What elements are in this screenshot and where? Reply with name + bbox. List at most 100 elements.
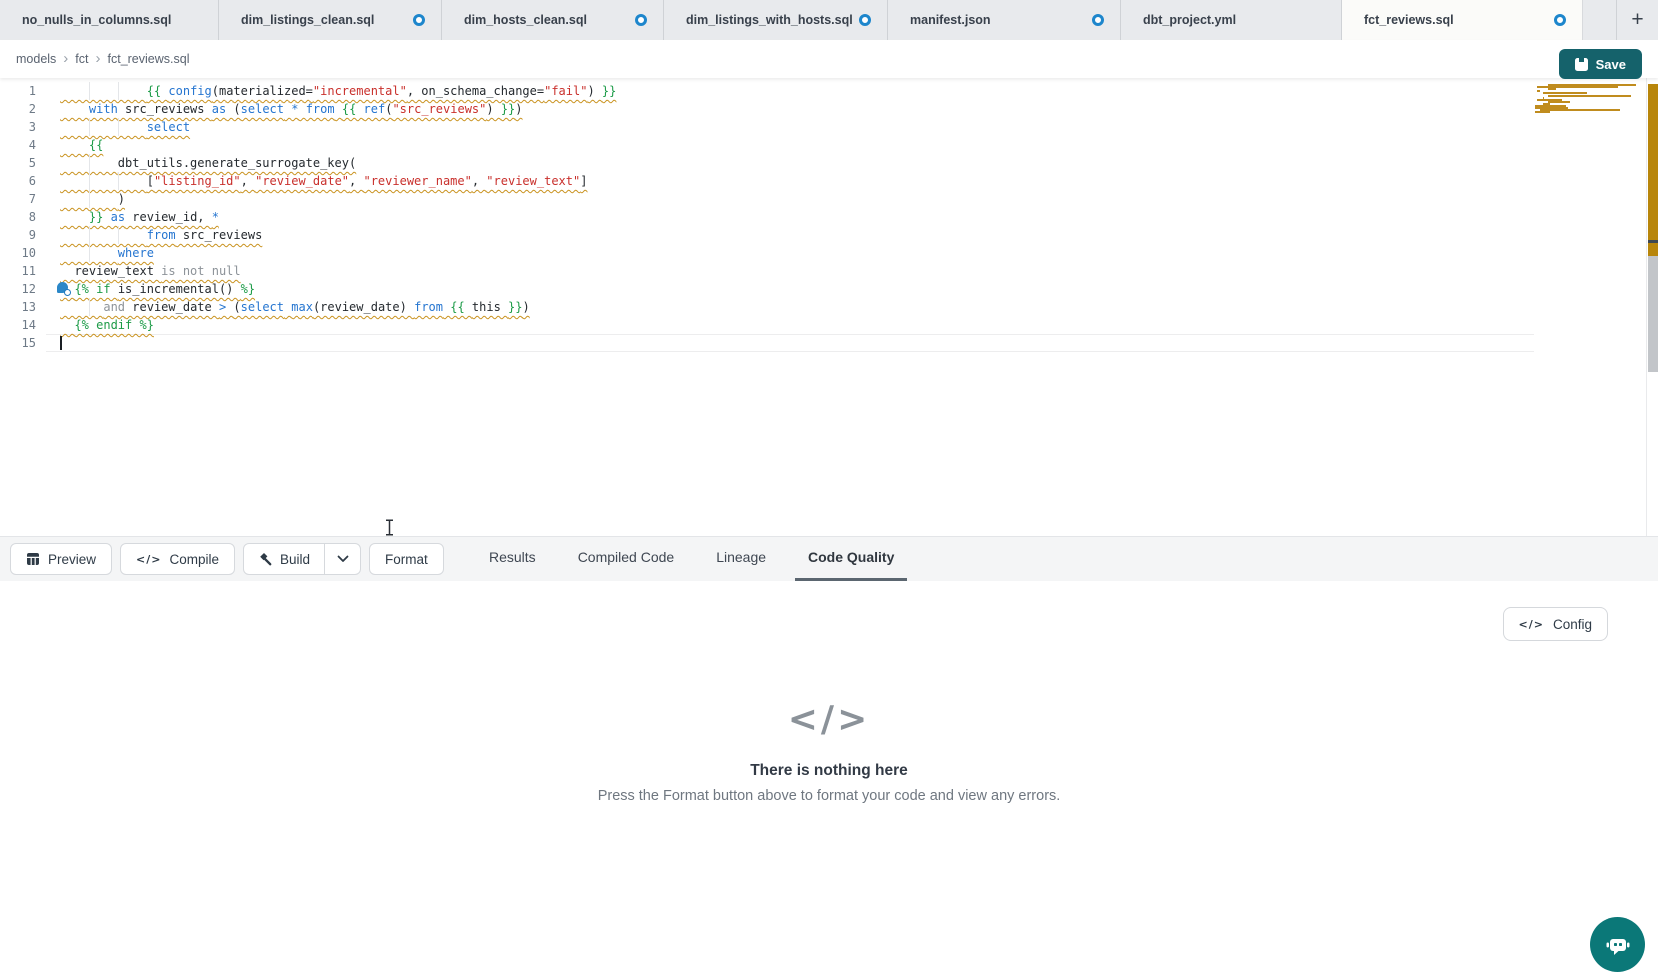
code-line-text: {{ (60, 136, 103, 154)
copilot-suggestion-icon[interactable] (57, 282, 75, 297)
code-line-12[interactable]: 12 {% if is_incremental() %} (0, 280, 1658, 298)
breadcrumb-bar: models › fct › fct_reviews.sql Save (0, 40, 1658, 78)
config-button[interactable]: </> Config (1503, 607, 1608, 641)
code-editor[interactable]: 1 {{ config(materialized="incremental", … (0, 78, 1658, 536)
modified-dot-icon (635, 14, 647, 26)
code-line-13[interactable]: 13 and review_date > (select max(review_… (0, 298, 1658, 316)
file-tab-label: manifest.json (910, 13, 991, 27)
tab-bar-filler (1583, 0, 1616, 40)
breadcrumb-segment-file: fct_reviews.sql (108, 52, 190, 66)
file-tab-label: dim_listings_clean.sql (241, 13, 374, 27)
code-brackets-icon: </> (1519, 618, 1544, 631)
scrollbar-thumb[interactable] (1648, 256, 1658, 372)
file-tab-dbt_project.yml[interactable]: dbt_project.yml (1121, 0, 1342, 40)
file-tab-label: fct_reviews.sql (1364, 13, 1454, 27)
assistant-chat-button[interactable] (1590, 917, 1645, 972)
line-number: 14 (0, 316, 36, 334)
build-button[interactable]: Build (244, 544, 324, 574)
preview-button-label: Preview (48, 552, 96, 567)
code-line-text: select (60, 118, 190, 136)
tab-compiled-code[interactable]: Compiled Code (565, 536, 688, 581)
line-number: 15 (0, 334, 36, 352)
code-line-11[interactable]: 11 review_text is not null (0, 262, 1658, 280)
compile-button[interactable]: </> Compile (120, 543, 235, 575)
modified-dot-icon (1092, 14, 1104, 26)
minimap-line (1548, 88, 1556, 90)
code-line-4[interactable]: 4 {{ (0, 136, 1658, 154)
code-line-14[interactable]: 14 {% endif %} (0, 316, 1658, 334)
file-tab-label: dim_hosts_clean.sql (464, 13, 587, 27)
format-button-label: Format (385, 552, 428, 567)
file-tab-bar: no_nulls_in_columns.sql dim_listings_clea… (0, 0, 1658, 40)
code-line-text: }} as review_id, * (60, 208, 219, 226)
code-line-text: from src_reviews (60, 226, 262, 244)
minimap-line (1535, 111, 1550, 113)
code-line-9[interactable]: 9 from src_reviews (0, 226, 1658, 244)
new-tab-button[interactable]: + (1616, 0, 1658, 40)
robot-chat-icon (1604, 931, 1632, 959)
code-line-1[interactable]: 1 {{ config(materialized="incremental", … (0, 82, 1658, 100)
line-number: 12 (0, 280, 36, 298)
chevron-right-icon: › (96, 50, 101, 67)
file-tab-fct_reviews.sql[interactable]: fct_reviews.sql (1342, 0, 1583, 40)
code-line-15[interactable]: 15 (0, 334, 1658, 352)
code-line-10[interactable]: 10 where (0, 244, 1658, 262)
compile-button-label: Compile (169, 552, 219, 567)
tab-code-quality[interactable]: Code Quality (795, 536, 907, 581)
code-line-8[interactable]: 8 }} as review_id, * (0, 208, 1658, 226)
build-button-label: Build (280, 552, 310, 567)
file-tab-dim_hosts_clean.sql[interactable]: dim_hosts_clean.sql (442, 0, 664, 40)
breadcrumb-segment-fct[interactable]: fct (75, 52, 88, 66)
minimap[interactable] (1532, 84, 1645, 120)
breadcrumb-segment-models[interactable]: models (16, 52, 56, 66)
grid-table-icon (26, 552, 40, 566)
build-dropdown-button[interactable] (324, 544, 360, 574)
minimap-line (1548, 95, 1630, 97)
save-button-label: Save (1596, 57, 1626, 72)
mouse-ibeam-cursor (384, 519, 395, 536)
tab-results[interactable]: Results (476, 536, 549, 581)
empty-state-title: There is nothing here (0, 762, 1658, 780)
code-line-7[interactable]: 7 ) (0, 190, 1658, 208)
minimap-line (1540, 109, 1620, 111)
line-number: 5 (0, 154, 36, 172)
file-tab-label: no_nulls_in_columns.sql (22, 13, 171, 27)
code-brackets-icon: </> (0, 699, 1658, 740)
floppy-disk-icon (1575, 58, 1588, 71)
code-line-text: and review_date > (select max(review_dat… (60, 298, 530, 316)
line-number: 7 (0, 190, 36, 208)
build-split-button: Build (243, 543, 361, 575)
modified-dot-icon (859, 14, 871, 26)
text-caret (60, 336, 62, 350)
save-button[interactable]: Save (1559, 49, 1642, 79)
code-line-text: where (60, 244, 154, 262)
file-tab-manifest.json[interactable]: manifest.json (888, 0, 1121, 40)
line-number: 4 (0, 136, 36, 154)
code-lines: 1 {{ config(materialized="incremental", … (0, 82, 1658, 352)
file-tab-dim_listings_with_hosts.sql[interactable]: dim_listings_with_hosts.sql (664, 0, 888, 40)
line-number: 3 (0, 118, 36, 136)
chevron-right-icon: › (63, 50, 68, 67)
format-button[interactable]: Format (369, 543, 444, 575)
code-line-text: with src_reviews as (select * from {{ re… (60, 100, 523, 118)
file-tab-dim_listings_clean.sql[interactable]: dim_listings_clean.sql (219, 0, 442, 40)
preview-button[interactable]: Preview (10, 543, 112, 575)
code-line-6[interactable]: 6 ["listing_id", "review_date", "reviewe… (0, 172, 1658, 190)
code-line-text: {{ config(materialized="incremental", on… (60, 82, 616, 100)
code-line-2[interactable]: 2 with src_reviews as (select * from {{ … (0, 100, 1658, 118)
minimap-line (1548, 101, 1570, 103)
line-number: 1 (0, 82, 36, 100)
file-tab-no_nulls_in_columns.sql[interactable]: no_nulls_in_columns.sql (0, 0, 219, 40)
scrollbar-track[interactable] (1646, 78, 1658, 536)
empty-state: </> There is nothing here Press the Form… (0, 699, 1658, 804)
line-number: 9 (0, 226, 36, 244)
code-quality-panel: </> Config </> There is nothing here Pre… (0, 581, 1658, 955)
file-tab-label: dim_listings_with_hosts.sql (686, 13, 853, 27)
code-line-text: {% if is_incremental() %} (60, 280, 255, 298)
code-line-5[interactable]: 5 dbt_utils.generate_surrogate_key( (0, 154, 1658, 172)
line-number: 13 (0, 298, 36, 316)
tab-lineage[interactable]: Lineage (703, 536, 779, 581)
code-line-text: review_text is not null (60, 262, 241, 280)
modified-dot-icon (413, 14, 425, 26)
code-line-3[interactable]: 3 select (0, 118, 1658, 136)
